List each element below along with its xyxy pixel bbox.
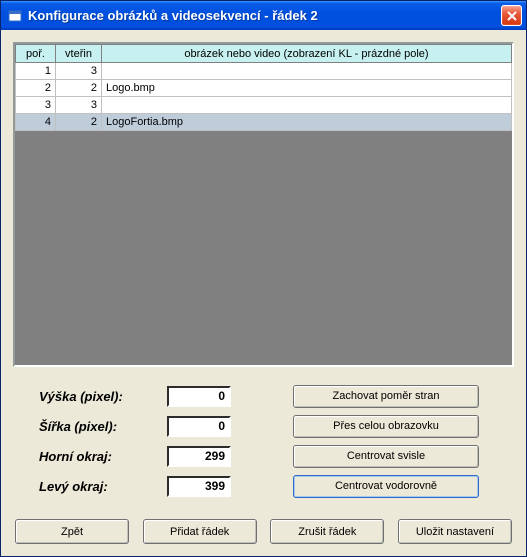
- dialog-window: Konfigurace obrázků a videosekvencí - řá…: [0, 0, 527, 557]
- media-table[interactable]: poř. vteřin obrázek nebo video (zobrazen…: [15, 44, 512, 131]
- height-label: Výška (pixel):: [39, 389, 167, 404]
- cell-por[interactable]: 1: [16, 63, 56, 80]
- table-row[interactable]: 13: [16, 63, 512, 80]
- center-vertical-button[interactable]: Centrovat svisle: [293, 445, 479, 468]
- width-input[interactable]: [167, 416, 231, 437]
- col-sec: vteřin: [56, 45, 102, 63]
- center-horizontal-button[interactable]: Centrovat vodorovně: [293, 475, 479, 498]
- cell-por[interactable]: 4: [16, 114, 56, 131]
- cell-file[interactable]: [102, 63, 512, 80]
- cell-por[interactable]: 2: [16, 80, 56, 97]
- cell-file[interactable]: LogoFortia.bmp: [102, 114, 512, 131]
- height-input[interactable]: [167, 386, 231, 407]
- table-row[interactable]: 33: [16, 97, 512, 114]
- left-margin-input[interactable]: [167, 476, 231, 497]
- close-button[interactable]: [501, 5, 522, 26]
- top-margin-label: Horní okraj:: [39, 449, 167, 464]
- cell-sec[interactable]: 2: [56, 114, 102, 131]
- save-button[interactable]: Uložit nastavení: [398, 519, 512, 544]
- table-row[interactable]: 22Logo.bmp: [16, 80, 512, 97]
- cell-sec[interactable]: 3: [56, 97, 102, 114]
- table-row[interactable]: 42LogoFortia.bmp: [16, 114, 512, 131]
- window-title: Konfigurace obrázků a videosekvencí - řá…: [28, 8, 501, 23]
- cell-sec[interactable]: 3: [56, 63, 102, 80]
- col-por: poř.: [16, 45, 56, 63]
- col-file: obrázek nebo video (zobrazení KL - prázd…: [102, 45, 512, 63]
- add-row-button[interactable]: Přidat řádek: [143, 519, 257, 544]
- cell-sec[interactable]: 2: [56, 80, 102, 97]
- form-area: Výška (pixel): Zachovat poměr stran Šířk…: [13, 381, 514, 501]
- button-bar: Zpět Přidat řádek Zrušit řádek Uložit na…: [13, 519, 514, 544]
- fullscreen-button[interactable]: Přes celou obrazovku: [293, 415, 479, 438]
- app-icon: [7, 8, 23, 24]
- grid-panel: poř. vteřin obrázek nebo video (zobrazen…: [13, 42, 514, 367]
- left-margin-label: Levý okraj:: [39, 479, 167, 494]
- back-button[interactable]: Zpět: [15, 519, 129, 544]
- client-area: poř. vteřin obrázek nebo video (zobrazen…: [1, 30, 526, 556]
- titlebar: Konfigurace obrázků a videosekvencí - řá…: [1, 1, 526, 30]
- cell-file[interactable]: [102, 97, 512, 114]
- delete-row-button[interactable]: Zrušit řádek: [270, 519, 384, 544]
- cell-file[interactable]: Logo.bmp: [102, 80, 512, 97]
- width-label: Šířka (pixel):: [39, 419, 167, 434]
- keep-ratio-button[interactable]: Zachovat poměr stran: [293, 385, 479, 408]
- top-margin-input[interactable]: [167, 446, 231, 467]
- cell-por[interactable]: 3: [16, 97, 56, 114]
